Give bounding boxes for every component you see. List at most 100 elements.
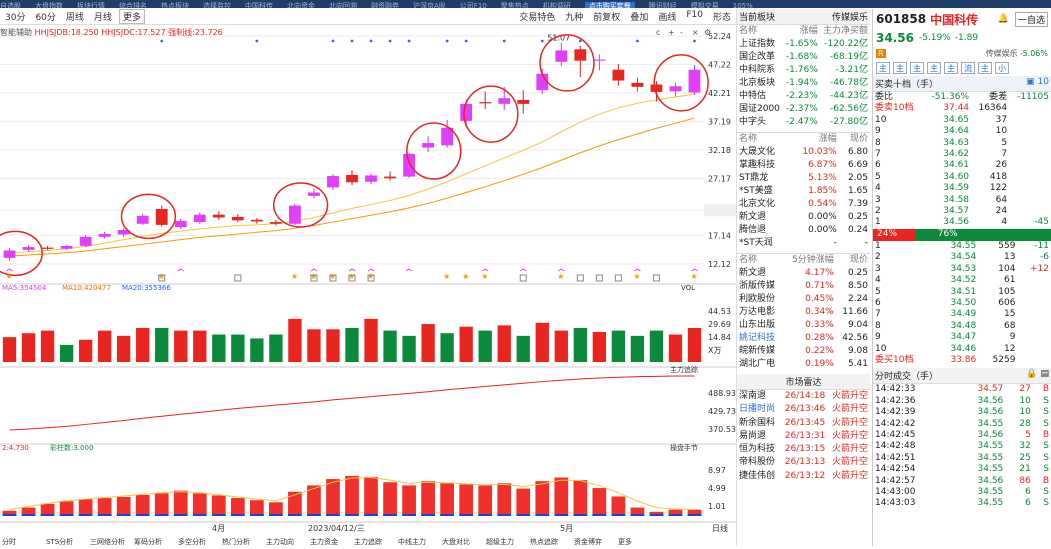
- table-row[interactable]: 皖新传媒 0.22% 9.08: [737, 345, 870, 358]
- bottom-tab[interactable]: 主力资金: [310, 537, 338, 546]
- period-more-dropdown[interactable]: 更多: [118, 9, 145, 24]
- table-row[interactable]: 北京文化 0.54% 7.39: [737, 198, 870, 211]
- table-row[interactable]: 7 34.62 7: [873, 149, 1051, 160]
- bottom-tab[interactable]: 热门分析: [222, 537, 250, 546]
- adjust-menu[interactable]: 前复权: [588, 10, 625, 23]
- table-row[interactable]: 浙版传媒 0.71% 8.50: [737, 280, 870, 293]
- table-row[interactable]: 万达电影 0.34% 11.66: [737, 306, 870, 319]
- table-row[interactable]: 14:42:42 34.55 28 S: [873, 419, 1051, 430]
- table-row[interactable]: 新文退 4.17% 0.25: [737, 267, 870, 280]
- period-week[interactable]: 周线: [61, 10, 89, 23]
- topnav-item[interactable]: 聚焦热点: [501, 2, 529, 8]
- table-row[interactable]: 山东出版 0.33% 9.04: [737, 319, 870, 332]
- table-row[interactable]: 14:42:45 34.56 5 B: [873, 430, 1051, 441]
- kline-chart[interactable]: 52.2447.2242.2137.1932.1827.1721.5717.14…: [0, 26, 736, 546]
- bottom-tab[interactable]: 筹码分析: [134, 537, 162, 546]
- trade-feature-menu[interactable]: 交易特色: [514, 10, 560, 23]
- bottom-tab[interactable]: 主力动向: [266, 537, 294, 546]
- table-row[interactable]: 深南退 26/14:18 火箭升空: [737, 390, 870, 403]
- table-row[interactable]: 10 34.46 12: [873, 344, 1051, 355]
- table-row[interactable]: 1 34.56 4 -45: [873, 217, 1051, 228]
- topnav-item[interactable]: 综合排名: [119, 2, 147, 8]
- table-row[interactable]: 2 34.54 13 -6: [873, 252, 1051, 263]
- table-row[interactable]: 4 34.52 61: [873, 275, 1051, 286]
- period-month[interactable]: 月线: [89, 10, 117, 23]
- topnav-item[interactable]: 北向资金: [287, 2, 315, 8]
- table-row[interactable]: 姚记科技 0.28% 42.56: [737, 332, 870, 345]
- table-row[interactable]: 14:42:36 34.56 10 S: [873, 396, 1051, 407]
- period-30m[interactable]: 30分: [0, 10, 30, 23]
- table-row[interactable]: 2 34.57 24: [873, 206, 1051, 217]
- table-row[interactable]: 中特估 -2.23% -44.23亿: [737, 90, 870, 103]
- chip-button[interactable]: 主: [978, 62, 992, 74]
- chip-button[interactable]: 主: [893, 62, 907, 74]
- table-row[interactable]: 5 34.60 418: [873, 172, 1051, 183]
- chip-button[interactable]: 流: [961, 62, 975, 74]
- table-row[interactable]: 5 34.51 105: [873, 287, 1051, 298]
- topnav-item[interactable]: 沪深京A股: [413, 2, 446, 8]
- chart-area[interactable]: 52.2447.2242.2137.1932.1827.1721.5717.14…: [0, 26, 736, 546]
- bottom-tab[interactable]: 热点追踪: [530, 537, 558, 546]
- topnav-item[interactable]: 中国科传: [245, 2, 273, 8]
- bottom-tab[interactable]: 中线主力: [398, 537, 426, 546]
- table-row[interactable]: 14:42:48 34.55 32 S: [873, 441, 1051, 452]
- table-row[interactable]: 新余国科 26/13:45 火箭升空: [737, 417, 870, 430]
- f10-menu[interactable]: F10: [681, 10, 708, 23]
- table-row[interactable]: 7 34.49 15: [873, 309, 1051, 320]
- table-row[interactable]: 10 34.65 37: [873, 115, 1051, 126]
- table-row[interactable]: 恒为科技 26/13:15 火箭升空: [737, 443, 870, 456]
- table-row[interactable]: 新文退 0.00% 0.25: [737, 211, 870, 224]
- table-row[interactable]: ST鼎龙 5.13% 2.05: [737, 172, 870, 185]
- table-row[interactable]: 8 34.48 68: [873, 321, 1051, 332]
- table-row[interactable]: 帝科股份 26/13:13 火箭升空: [737, 456, 870, 469]
- topnav-item[interactable]: 北向回溯: [329, 2, 357, 8]
- table-row[interactable]: 腾信退 0.00% 0.24: [737, 224, 870, 237]
- bottom-tab[interactable]: 更多: [618, 537, 632, 546]
- table-row[interactable]: 中科院系 -1.76% -3.21亿: [737, 64, 870, 77]
- topnav-item[interactable]: 腾讯财经: [649, 2, 677, 8]
- topnav-item[interactable]: 板块行情: [77, 2, 105, 8]
- table-row[interactable]: 上证指数 -1.65% -120.22亿: [737, 38, 870, 51]
- table-row[interactable]: 北京板块 -1.94% -46.78亿: [737, 77, 870, 90]
- table-row[interactable]: 14:42:51 34.55 25 S: [873, 453, 1051, 464]
- table-row[interactable]: 国证2000 -2.37% -62.56亿: [737, 103, 870, 116]
- bottom-tab[interactable]: 分时: [2, 537, 16, 546]
- table-row[interactable]: 14:43:03 34.55 6 S: [873, 498, 1051, 509]
- table-row[interactable]: 湖北广电 0.19% 5.41: [737, 358, 870, 371]
- table-row[interactable]: 9 34.64 10: [873, 126, 1051, 137]
- overlay-menu[interactable]: 叠加: [625, 10, 653, 23]
- chip-button[interactable]: 小: [995, 62, 1009, 74]
- table-row[interactable]: 14:42:54 34.55 21 S: [873, 464, 1051, 475]
- add-watchlist-button[interactable]: 一自选: [1014, 11, 1048, 27]
- table-row[interactable]: 3 34.53 104 +12: [873, 264, 1051, 275]
- chip-button[interactable]: 主: [876, 62, 890, 74]
- topnav-item[interactable]: 模拟交易: [691, 2, 719, 8]
- topnav-item[interactable]: 大盘指数: [35, 2, 63, 8]
- topnav-item[interactable]: 融资融券: [371, 2, 399, 8]
- bottom-tab[interactable]: 超级主力: [486, 537, 514, 546]
- table-row[interactable]: 中字头 -2.47% -27.80亿: [737, 116, 870, 129]
- table-row[interactable]: *ST天润 - -: [737, 237, 870, 250]
- topnav-item[interactable]: 自选股: [0, 2, 21, 8]
- table-row[interactable]: 1 34.55 559 -11: [873, 241, 1051, 252]
- topnav-item[interactable]: 机构调研: [543, 2, 571, 8]
- table-row[interactable]: 14:42:57 34.56 86 B: [873, 476, 1051, 487]
- topnav-item[interactable]: 公司F10: [460, 2, 487, 8]
- table-row[interactable]: *ST美盛 1.85% 1.65: [737, 185, 870, 198]
- bottom-tab[interactable]: STS分析: [46, 537, 73, 546]
- table-row[interactable]: 4 34.59 122: [873, 183, 1051, 194]
- sector-subtitle[interactable]: 传媒娱乐: [832, 10, 868, 23]
- period-60m[interactable]: 60分: [30, 10, 60, 23]
- table-row[interactable]: 14:42:39 34.56 10 S: [873, 407, 1051, 418]
- pattern-menu[interactable]: 形态: [708, 10, 736, 23]
- bell-icon[interactable]: 🔔: [998, 14, 1009, 24]
- topnav-item[interactable]: 选择监控: [203, 2, 231, 8]
- lock-icon[interactable]: 🔒 ▤: [1026, 369, 1049, 382]
- table-row[interactable]: 利欧股份 0.45% 2.24: [737, 293, 870, 306]
- bottom-tab[interactable]: 多空分析: [178, 537, 206, 546]
- table-row[interactable]: 日播时尚 26/13:46 火箭升空: [737, 403, 870, 416]
- table-row[interactable]: 14:42:33 34.57 27 B: [873, 384, 1051, 395]
- chip-button[interactable]: 主: [944, 62, 958, 74]
- bottom-tab[interactable]: 三网络分析: [90, 537, 125, 546]
- draw-menu[interactable]: 画线: [653, 10, 681, 23]
